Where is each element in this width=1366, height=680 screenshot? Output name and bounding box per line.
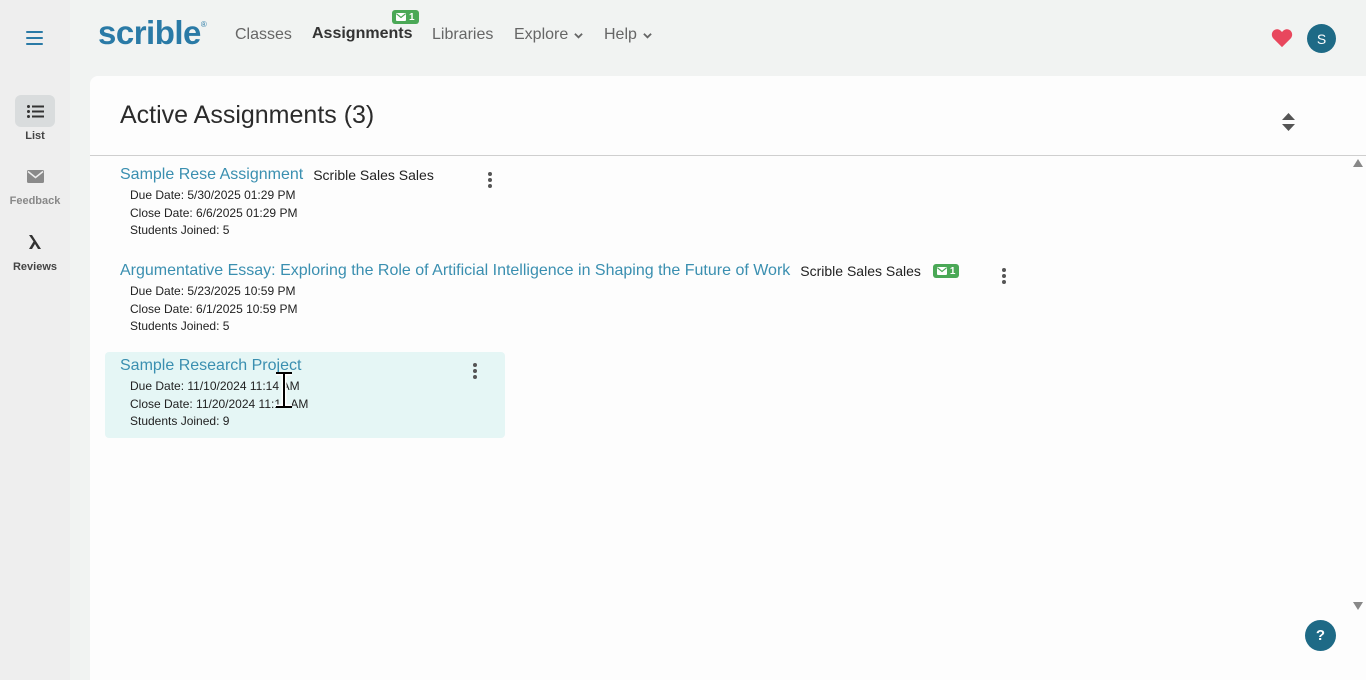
user-avatar[interactable]: S: [1307, 24, 1336, 53]
badge-count: 1: [409, 11, 415, 23]
students-joined: Students Joined: 5: [130, 319, 230, 333]
nav-help-dropdown[interactable]: Help: [604, 26, 652, 44]
scroll-down-arrow-icon[interactable]: [1353, 602, 1363, 610]
students-joined: Students Joined: 9: [130, 414, 230, 428]
assignment-item: Argumentative Essay: Exploring the Role …: [120, 262, 960, 336]
assignment-class-name: Scrible Sales Sales: [800, 263, 921, 279]
scrible-logo[interactable]: scrible®: [98, 14, 207, 52]
students-joined: Students Joined: 5: [130, 223, 230, 237]
help-button[interactable]: ?: [1305, 620, 1336, 651]
page-title: Active Assignments (3): [120, 101, 375, 129]
assignment-title-link[interactable]: Sample Rese Assignment: [120, 166, 303, 184]
nav-help-label: Help: [604, 26, 637, 43]
assignment-message-badge: 1: [932, 264, 960, 278]
assignment-class-name: Scrible Sales Sales: [313, 167, 434, 183]
envelope-icon: [396, 13, 406, 21]
lambda-icon: [15, 226, 55, 258]
assignment-title-link[interactable]: Argumentative Essay: Exploring the Role …: [120, 262, 790, 280]
nav-explore-dropdown[interactable]: Explore: [514, 26, 583, 44]
envelope-icon: [936, 267, 947, 275]
chevron-down-icon: [574, 32, 583, 39]
rail-label-list: List: [25, 130, 45, 142]
nav-classes[interactable]: Classes: [235, 26, 292, 44]
assignments-message-badge: 1: [392, 10, 419, 24]
nav-libraries-label: Libraries: [432, 26, 494, 43]
list-icon: [15, 95, 55, 127]
assignment-options-kebab-icon[interactable]: [487, 172, 493, 188]
rail-label-feedback: Feedback: [9, 195, 61, 207]
hamburger-menu-icon[interactable]: [26, 31, 43, 45]
envelope-icon: [15, 160, 55, 192]
nav-assignments-label: Assignments: [312, 25, 413, 42]
due-date: Due Date: 11/10/2024 11:14 AM: [130, 379, 300, 393]
left-rail: List Feedback Reviews: [0, 0, 70, 680]
badge-count: 1: [949, 265, 956, 277]
scroll-up-arrow-icon[interactable]: [1353, 159, 1363, 167]
chevron-down-icon: [643, 32, 652, 39]
sort-icon[interactable]: [1282, 113, 1295, 131]
due-date: Due Date: 5/30/2025 01:29 PM: [130, 188, 296, 202]
heart-icon[interactable]: [1271, 28, 1293, 48]
close-date: Close Date: 6/6/2025 01:29 PM: [130, 205, 298, 220]
panel-header: Active Assignments (3): [90, 76, 1366, 156]
due-date: Due Date: 5/23/2025 10:59 PM: [130, 284, 296, 298]
nav-explore-label: Explore: [514, 26, 569, 43]
assignment-options-kebab-icon[interactable]: [1001, 268, 1007, 284]
nav-classes-label: Classes: [235, 26, 292, 43]
assignment-item-highlighted[interactable]: Sample Research Project Due Date: 11/10/…: [105, 352, 505, 438]
assignment-item: Sample Rese Assignment Scrible Sales Sal…: [120, 166, 434, 240]
assignment-title-link[interactable]: Sample Research Project: [120, 357, 301, 375]
nav-assignments[interactable]: Assignments: [312, 25, 412, 43]
close-date: Close Date: 11/20/2024 11:14 AM: [130, 396, 309, 411]
top-navigation: scrible® Classes 1 Assignments Libraries…: [70, 0, 1366, 75]
rail-item-list[interactable]: List: [0, 95, 70, 142]
close-date: Close Date: 6/1/2025 10:59 PM: [130, 301, 298, 316]
rail-label-reviews: Reviews: [12, 261, 58, 273]
logo-registered-mark: ®: [200, 20, 207, 29]
rail-item-feedback[interactable]: Feedback: [0, 160, 70, 207]
assignment-options-kebab-icon[interactable]: [472, 363, 478, 379]
rail-item-reviews[interactable]: Reviews: [0, 226, 70, 273]
nav-libraries[interactable]: Libraries: [432, 26, 493, 44]
main-panel: Active Assignments (3) Sample Rese Assig…: [90, 76, 1366, 680]
logo-text: scrible: [98, 14, 201, 51]
